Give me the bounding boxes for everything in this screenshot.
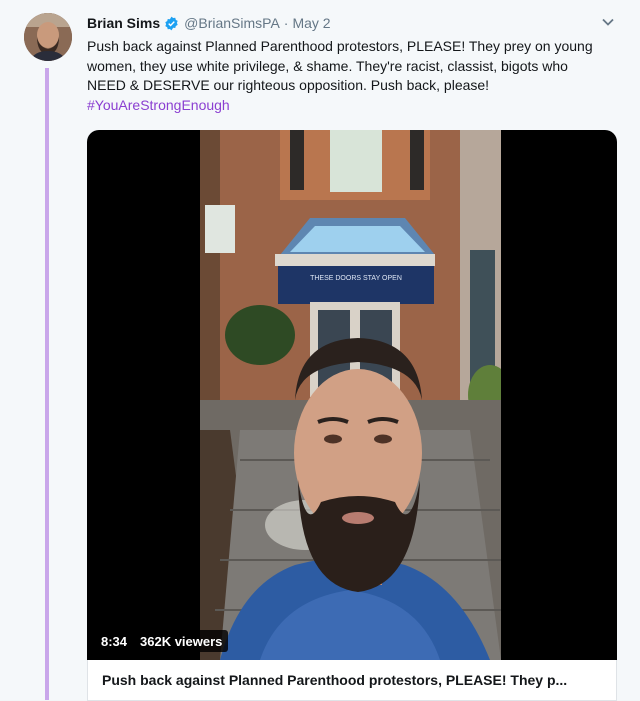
chevron-down-icon[interactable] xyxy=(600,14,616,30)
tweet-text-line: Push back against Planned Parenthood pro… xyxy=(87,38,593,54)
banner-sign-text: THESE DOORS STAY OPEN xyxy=(310,275,402,282)
separator-dot: · xyxy=(283,15,289,31)
author-handle[interactable]: @BrianSimsPA xyxy=(184,15,280,31)
tweet[interactable]: Brian Sims @BrianSimsPA · May 2 Push bac… xyxy=(0,0,640,701)
thread-line xyxy=(45,68,49,700)
video-player[interactable]: THESE DOORS STAY OPEN 8:34 362K viewers xyxy=(87,130,617,660)
hashtag-link[interactable]: #YouAreStrongEnough xyxy=(87,96,617,116)
avatar[interactable] xyxy=(24,13,72,61)
verified-badge-icon xyxy=(165,16,178,30)
tweet-text-line: NEED & DESERVE our righteous opposition.… xyxy=(87,77,490,93)
viewer-count-badge: 362K viewers xyxy=(134,630,229,652)
video-duration-badge: 8:34 xyxy=(95,630,134,652)
video-card-title[interactable]: Push back against Planned Parenthood pro… xyxy=(102,672,567,688)
tweet-text: Push back against Planned Parenthood pro… xyxy=(87,37,617,115)
tweet-text-line: women, they use white privilege, & shame… xyxy=(87,57,568,74)
video-frame: THESE DOORS STAY OPEN xyxy=(200,130,501,660)
video-card[interactable]: Push back against Planned Parenthood pro… xyxy=(87,660,617,701)
tweet-date[interactable]: May 2 xyxy=(292,15,330,31)
author-name[interactable]: Brian Sims xyxy=(87,15,160,31)
